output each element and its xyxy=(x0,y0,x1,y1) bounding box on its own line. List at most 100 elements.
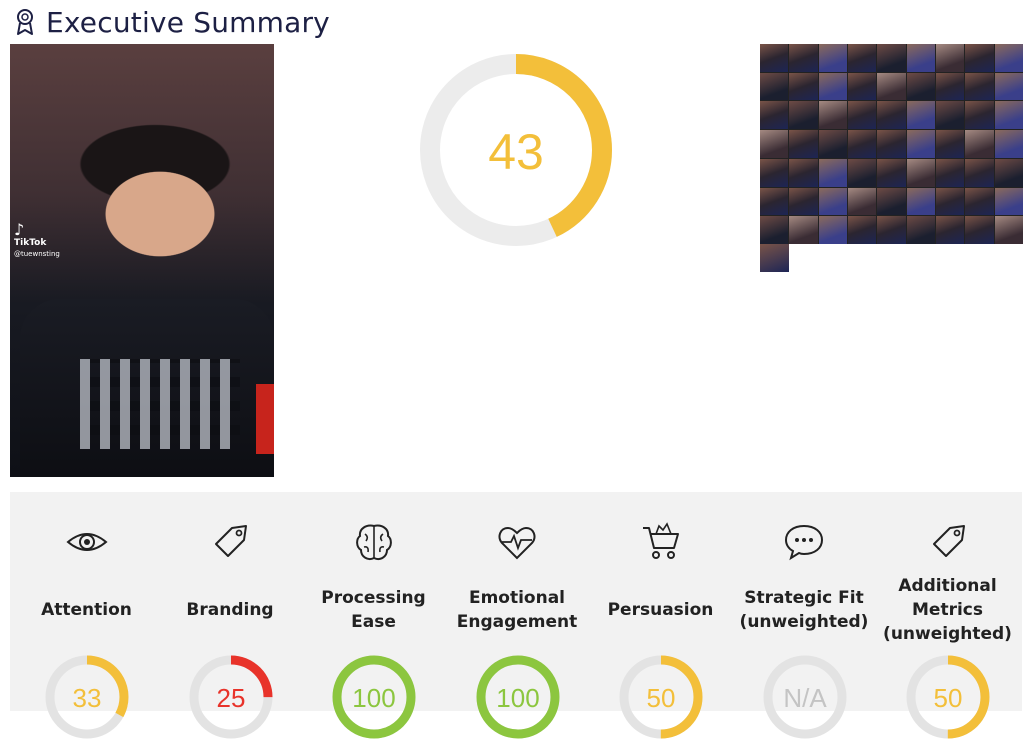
frame-grid-cell xyxy=(994,130,1023,158)
shopping-cart-icon xyxy=(589,520,732,564)
frame-grid-cell xyxy=(760,187,789,216)
heart-pulse-icon xyxy=(446,520,589,564)
metric-gauge: N/A xyxy=(763,655,846,739)
frame-grid-cell xyxy=(877,44,906,72)
frame-grid-cell xyxy=(936,72,965,101)
frame-grid-cell xyxy=(906,158,935,187)
metric-card[interactable]: Attention 33 xyxy=(15,492,158,739)
metric-card[interactable]: Branding 25 xyxy=(159,492,302,739)
frame-grid-cell xyxy=(936,187,965,216)
frame-grid-cell xyxy=(936,44,965,72)
frame-grid-cell xyxy=(760,72,789,101)
frame-grid-cell xyxy=(994,44,1023,72)
metric-card[interactable]: Additional Metrics (unweighted) 50 xyxy=(876,492,1019,739)
frame-grid-cell xyxy=(760,101,789,130)
frame-grid-cell xyxy=(936,101,965,130)
metric-label: Processing Ease xyxy=(321,588,426,632)
header: Executive Summary xyxy=(14,4,330,40)
metrics-panel: Attention 33 Branding 25 Processing Ease 100 E… xyxy=(10,492,1022,739)
frame-grid-cell xyxy=(818,72,847,101)
frame-grid-cell xyxy=(760,244,789,272)
frame-grid-cell xyxy=(848,101,877,130)
frame-grid-cell xyxy=(818,216,847,244)
metric-gauge: 100 xyxy=(332,655,416,739)
metric-card[interactable]: Emotional Engagement 100 xyxy=(446,492,589,739)
frame-grid-cell xyxy=(789,187,818,216)
metric-score: 100 xyxy=(352,683,395,713)
frame-grid-cell xyxy=(848,130,877,158)
frame-grid-cell xyxy=(877,187,906,216)
video-thumbnail[interactable]: ♪ TikTok @tuewnsting xyxy=(10,44,274,477)
thumbnail-shirt-print xyxy=(80,359,240,449)
frame-grid-cell xyxy=(760,216,789,244)
frame-grid-cell xyxy=(789,44,818,72)
overall-score-gauge: 43 xyxy=(420,54,612,246)
frame-grid-cell xyxy=(994,158,1023,187)
chat-bubble-icon xyxy=(733,520,876,564)
frame-grid-cell xyxy=(877,158,906,187)
metric-score: N/A xyxy=(783,683,827,713)
tag-icon xyxy=(159,520,302,564)
frame-grid-cell xyxy=(906,44,935,72)
frame-grid-cell xyxy=(848,216,877,244)
frame-grid-cell xyxy=(818,187,847,216)
frame-grid-cell xyxy=(818,44,847,72)
page-title: Executive Summary xyxy=(46,5,330,39)
frame-grid-cell xyxy=(906,130,935,158)
metric-gauge: 25 xyxy=(189,655,272,739)
tiktok-watermark: ♪ TikTok @tuewnsting xyxy=(14,222,60,260)
frame-grid-cell xyxy=(906,216,935,244)
tiktok-handle: @tuewnsting xyxy=(14,250,60,258)
frame-grid-cell xyxy=(789,216,818,244)
metric-card[interactable]: Processing Ease 100 xyxy=(302,492,445,739)
metric-score: 50 xyxy=(647,683,676,713)
metric-score: 33 xyxy=(73,683,102,713)
frame-grid-cell xyxy=(760,130,789,158)
metric-label: Emotional Engagement xyxy=(456,588,578,632)
metric-label: Additional Metrics (unweighted) xyxy=(883,576,1012,644)
metric-score: 25 xyxy=(216,683,245,713)
metric-gauge: 100 xyxy=(476,655,559,739)
metric-score: 50 xyxy=(934,683,963,713)
frame-grid-cell xyxy=(818,158,847,187)
metric-gauge: 33 xyxy=(45,655,129,739)
frame-grid-cell xyxy=(994,101,1023,130)
frame-grid-cell xyxy=(965,101,994,130)
frame-grid-cell xyxy=(965,72,994,101)
frame-grid-cell xyxy=(906,72,935,101)
frame-grid-cell xyxy=(848,44,877,72)
frame-grid-cell xyxy=(877,72,906,101)
frame-grid-cell xyxy=(906,101,935,130)
frame-grid[interactable] xyxy=(760,44,1023,244)
metric-card[interactable]: Strategic Fit (unweighted) N/A xyxy=(733,492,876,739)
frame-grid-cell xyxy=(965,187,994,216)
frame-grid-cell xyxy=(848,72,877,101)
frame-grid-cell xyxy=(965,130,994,158)
frame-grid-cell xyxy=(818,101,847,130)
frame-grid-cell xyxy=(848,158,877,187)
frame-grid-cell xyxy=(936,216,965,244)
frame-grid-cell xyxy=(789,130,818,158)
metric-card[interactable]: Persuasion 50 xyxy=(589,492,732,739)
metric-label: Branding xyxy=(186,600,274,620)
frame-grid-cell xyxy=(994,72,1023,101)
metric-score: 100 xyxy=(496,683,539,713)
metric-label: Attention xyxy=(41,600,132,620)
tiktok-note-icon: ♪ xyxy=(14,220,25,239)
tiktok-brand: TikTok xyxy=(14,238,47,248)
award-ribbon-icon xyxy=(14,7,36,37)
brain-icon xyxy=(302,520,445,564)
metric-label: Strategic Fit (unweighted) xyxy=(739,588,869,632)
frame-grid-cell xyxy=(965,216,994,244)
frame-grid-cell xyxy=(818,130,847,158)
frame-grid-cell xyxy=(994,187,1023,216)
metric-gauge: 50 xyxy=(906,655,990,739)
frame-grid-cell xyxy=(965,158,994,187)
frame-grid-cell xyxy=(848,187,877,216)
frame-grid-cell xyxy=(936,158,965,187)
overall-score-value: 43 xyxy=(488,124,544,180)
frame-grid-cell xyxy=(877,101,906,130)
tag-icon xyxy=(876,520,1019,564)
frame-grid-cell xyxy=(760,44,789,72)
frame-grid-cell xyxy=(760,158,789,187)
